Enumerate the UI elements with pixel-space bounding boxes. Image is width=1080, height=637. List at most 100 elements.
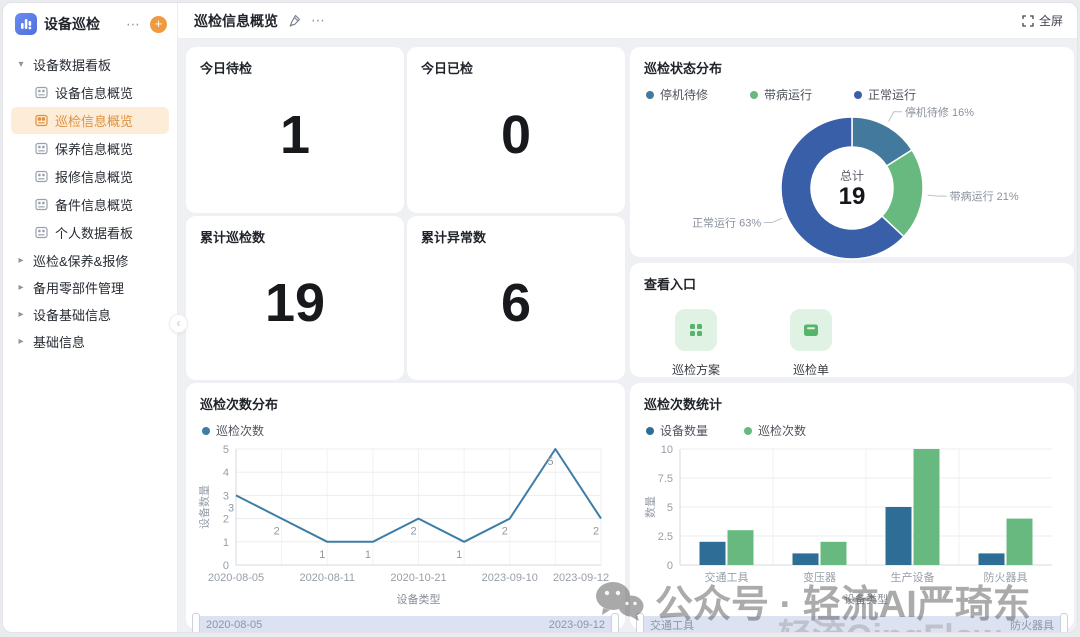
sidebar-item-repair-info[interactable]: 报修信息概览 — [11, 163, 169, 190]
legend-dot — [750, 90, 759, 99]
legend-label: 巡检次数 — [216, 424, 265, 438]
datazoom-right-handle[interactable] — [1060, 613, 1068, 632]
svg-text:数量: 数量 — [644, 496, 657, 518]
svg-text:2.5: 2.5 — [658, 531, 673, 543]
sidebar-group-device-dashboard[interactable]: ▾ 设备数据看板 — [11, 51, 169, 78]
datazoom-start-label: 交通工具 — [650, 619, 694, 632]
legend-item[interactable]: 停机待修 — [646, 86, 708, 103]
svg-text:10: 10 — [661, 444, 673, 456]
svg-text:2020-08-11: 2020-08-11 — [300, 572, 355, 584]
legend-label: 停机待修 — [660, 88, 709, 102]
kpi-title: 今日待检 — [200, 61, 253, 76]
legend-item[interactable]: 设备数量 — [646, 422, 708, 439]
legend-label: 巡检次数 — [758, 424, 807, 438]
svg-text:2: 2 — [274, 526, 280, 538]
grid-icon — [675, 309, 717, 351]
caret-right-icon: ▸ — [18, 309, 24, 320]
legend-label: 带病运行 — [764, 88, 813, 102]
kpi-title: 累计巡检数 — [200, 230, 266, 245]
datazoom-right-handle[interactable] — [611, 613, 619, 632]
brush-icon[interactable] — [288, 14, 301, 27]
kpi-title: 今日已检 — [421, 61, 474, 76]
caret-right-icon: ▸ — [18, 282, 24, 293]
inspection-count-distribution-card: 巡检次数分布 巡检次数 0 1 2 3 4 5 设备数量 3 2 1 1 2 1 2 5 2 2020-08-0… — [186, 383, 625, 632]
sidebar-group-base-info[interactable]: ▸ 基础信息 — [11, 328, 169, 355]
svg-text:正常运行 63%: 正常运行 63% — [692, 217, 761, 230]
sidebar-more-icon[interactable]: ⋯ — [123, 16, 143, 33]
sidebar-item-spareparts-info[interactable]: 备件信息概览 — [11, 191, 169, 218]
kpi-value: 19 — [264, 272, 326, 333]
svg-text:5: 5 — [547, 456, 553, 468]
kpi-card-today-done: 今日已检 0 — [407, 47, 625, 213]
sidebar-group-inspection-maintain-repair[interactable]: ▸ 巡检&保养&报修 — [11, 247, 169, 274]
dashboard-icon — [35, 198, 48, 211]
calendar-icon — [790, 309, 833, 351]
page-more-icon[interactable]: ⋯ — [311, 12, 325, 29]
bar-chart-datazoom-slider[interactable]: 交通工具 防火器具 — [636, 613, 1068, 632]
entry-label: 巡检方案 — [672, 363, 721, 377]
legend-dot — [646, 426, 654, 435]
chart-title: 巡检次数统计 — [644, 397, 723, 412]
add-app-button[interactable]: + — [150, 15, 167, 33]
legend-item[interactable]: 巡检次数 — [744, 422, 806, 439]
sidebar-group-label: 设备基础信息 — [33, 308, 112, 323]
sidebar-group-spareparts-management[interactable]: ▸ 备用零部件管理 — [11, 274, 169, 301]
sidebar-item-label: 个人数据看板 — [55, 226, 134, 241]
kpi-card-total-anomalies: 累计异常数 6 — [407, 216, 625, 380]
svg-text:3: 3 — [223, 490, 229, 502]
sidebar-item-maintenance-info[interactable]: 保养信息概览 — [11, 135, 169, 162]
legend-dot — [854, 90, 863, 99]
app-window: 设备巡检 ⋯ + ▾ 设备数据看板 设备信息概览 巡检信息概览 保养信息概览 报… — [2, 2, 1078, 633]
app-logo-icon — [15, 13, 37, 35]
caret-down-icon: ▾ — [18, 59, 24, 70]
fullscreen-button[interactable]: 全屏 — [1022, 12, 1063, 29]
sidebar-item-label: 备件信息概览 — [55, 198, 134, 213]
legend-item[interactable]: 巡检次数 — [202, 422, 264, 439]
sidebar-item-label: 设备信息概览 — [55, 86, 134, 101]
legend-label: 设备数量 — [660, 424, 709, 438]
svg-text:设备数量: 设备数量 — [197, 485, 211, 529]
sidebar-header: 设备巡检 ⋯ + — [3, 3, 177, 43]
entry-inspection-sheet[interactable]: 巡检单 — [790, 309, 833, 378]
legend-item[interactable]: 正常运行 — [854, 86, 916, 103]
sidebar-item-label: 报修信息概览 — [55, 170, 134, 185]
datazoom-left-handle[interactable] — [192, 613, 200, 632]
svg-text:变压器: 变压器 — [803, 570, 836, 584]
svg-text:生产设备: 生产设备 — [891, 570, 935, 584]
svg-text:带病运行 21%: 带病运行 21% — [950, 189, 1019, 203]
dashboard-icon — [35, 114, 48, 127]
sidebar-item-personal-dashboard[interactable]: 个人数据看板 — [11, 219, 169, 246]
kpi-card-today-pending: 今日待检 1 — [186, 47, 404, 213]
entry-inspection-plan[interactable]: 巡检方案 — [672, 309, 720, 378]
main-area: 巡检信息概览 ⋯ 全屏 今日待检 1 今日已检 0 累计巡检数 19 累计异常数… — [178, 3, 1077, 632]
inspection-count-stats-card: 巡检次数统计 设备数量 巡检次数 0 2.5 5 7.5 10 数量 交通工具 变压器 生产设备… — [630, 383, 1074, 632]
svg-text:2020-10-21: 2020-10-21 — [390, 572, 446, 584]
datazoom-left-handle[interactable] — [636, 613, 644, 632]
line-chart-datazoom-slider[interactable]: 2020-08-05 2023-09-12 — [192, 613, 619, 632]
svg-text:2020-08-05: 2020-08-05 — [208, 572, 264, 584]
datazoom-start-label: 2020-08-05 — [206, 618, 263, 631]
sidebar-item-inspection-info[interactable]: 巡检信息概览 — [11, 107, 169, 134]
svg-text:1: 1 — [319, 549, 325, 561]
sidebar-group-label: 设备数据看板 — [33, 58, 112, 73]
dashboard-icon — [35, 226, 48, 239]
sidebar-item-device-info[interactable]: 设备信息概览 — [11, 79, 169, 106]
svg-text:1: 1 — [223, 537, 229, 549]
caret-right-icon: ▸ — [18, 336, 24, 347]
sidebar-group-device-base-info[interactable]: ▸ 设备基础信息 — [11, 301, 169, 328]
legend-item[interactable]: 带病运行 — [750, 86, 812, 103]
svg-text:5: 5 — [667, 502, 673, 514]
status-distribution-card: 巡检状态分布 停机待修 带病运行 正常运行 停机待修 16% 带病运行 21% 正常… — [630, 47, 1074, 260]
svg-text:2023-09-12: 2023-09-12 — [553, 572, 609, 584]
svg-text:1: 1 — [365, 549, 371, 561]
svg-text:2: 2 — [593, 526, 599, 538]
svg-text:总计: 总计 — [840, 169, 864, 183]
sidebar-collapse-button[interactable]: ‹ — [169, 314, 188, 333]
chart-title: 巡检状态分布 — [644, 61, 723, 76]
svg-text:4: 4 — [223, 467, 229, 479]
svg-text:交通工具: 交通工具 — [705, 570, 749, 584]
caret-right-icon: ▸ — [18, 255, 24, 266]
sidebar-nav: ▾ 设备数据看板 设备信息概览 巡检信息概览 保养信息概览 报修信息概览 备件信… — [3, 43, 177, 355]
card-title: 查看入口 — [644, 277, 697, 292]
chart-title: 巡检次数分布 — [200, 397, 279, 412]
